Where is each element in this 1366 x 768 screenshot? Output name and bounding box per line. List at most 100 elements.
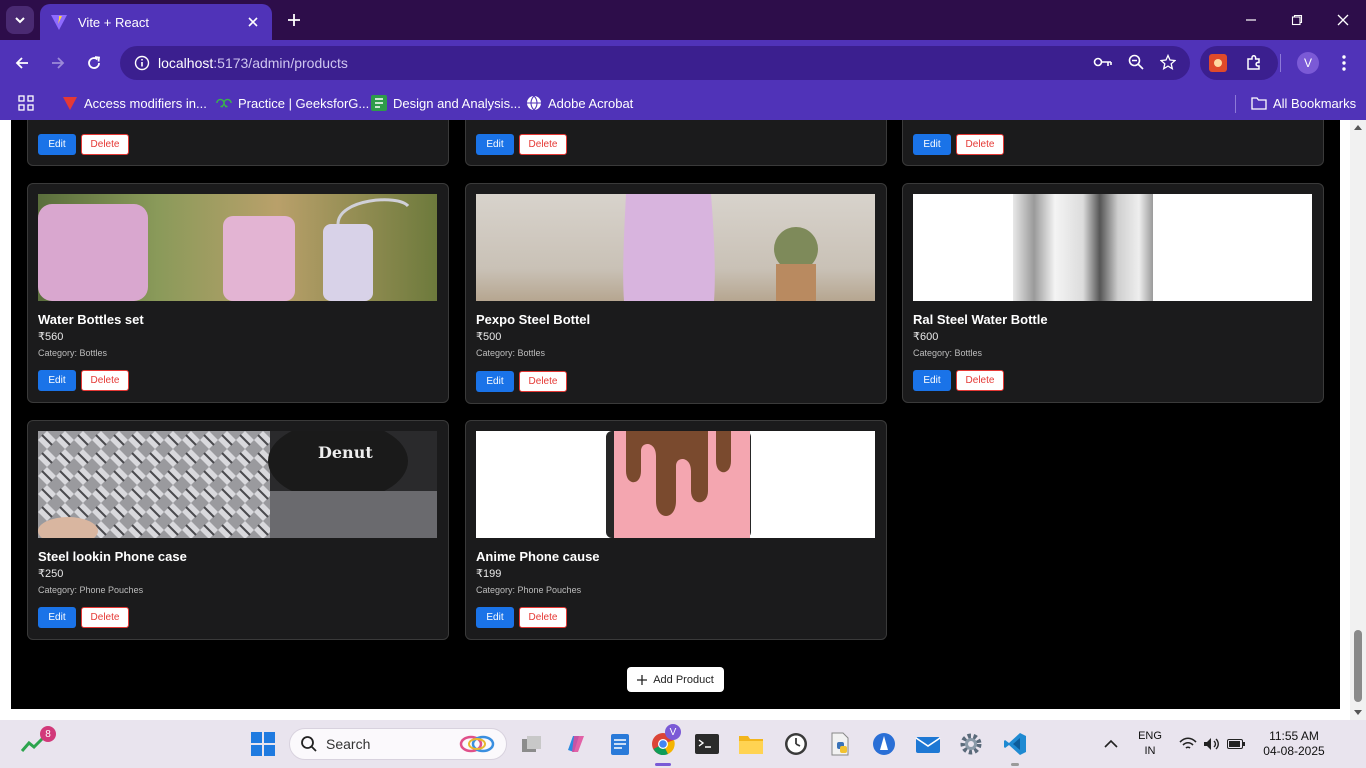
edit-button[interactable]: Edit — [476, 134, 514, 155]
product-price: ₹600 — [913, 331, 939, 343]
reload-button[interactable] — [81, 50, 107, 76]
widgets-button[interactable]: 8 — [18, 726, 56, 760]
settings-button[interactable] — [955, 728, 987, 760]
app-button[interactable] — [868, 728, 900, 760]
scroll-thumb[interactable] — [1354, 630, 1362, 702]
add-product-button[interactable]: Add Product — [627, 667, 724, 692]
copilot-icon — [568, 736, 584, 752]
chrome-button[interactable]: V — [647, 724, 681, 760]
close-window-button[interactable] — [1320, 0, 1366, 40]
bookmark-item[interactable]: Adobe Acrobat — [526, 92, 633, 114]
notepad-button[interactable] — [604, 728, 636, 760]
bookmark-label: Access modifiers in... — [84, 95, 207, 111]
arrow-left-icon — [15, 57, 28, 69]
apps-grid-icon — [18, 95, 34, 111]
all-bookmarks-button[interactable]: All Bookmarks — [1251, 92, 1356, 114]
page-scrollbar[interactable] — [1350, 120, 1366, 720]
tab-search-button[interactable] — [6, 6, 34, 34]
minimize-button[interactable] — [1228, 0, 1274, 40]
geeksforgeeks-icon — [216, 95, 232, 111]
scroll-down-icon[interactable] — [1354, 708, 1362, 716]
battery-icon — [1227, 739, 1245, 749]
product-name: Pexpo Steel Bottel — [476, 312, 591, 327]
browser-menu-button[interactable] — [1334, 52, 1354, 74]
clock-time: 11:55 AM — [1269, 729, 1319, 743]
profile-badge: V — [665, 724, 681, 740]
close-tab-button[interactable] — [244, 13, 262, 31]
product-card: Edit Delete — [902, 120, 1324, 166]
scroll-up-icon[interactable] — [1354, 124, 1362, 132]
language-indicator[interactable]: ENG IN — [1133, 729, 1167, 759]
delete-button[interactable]: Delete — [519, 134, 567, 155]
bookmark-label: Practice | GeeksforG... — [238, 95, 370, 111]
file-explorer-button[interactable] — [735, 728, 767, 760]
edit-button[interactable]: Edit — [913, 370, 951, 391]
taskbar-search[interactable]: Search — [289, 728, 507, 760]
delete-button[interactable]: Delete — [81, 370, 129, 391]
running-app-indicator — [1011, 763, 1019, 766]
search-icon — [301, 736, 317, 752]
copilot-button[interactable] — [560, 728, 592, 760]
edit-button[interactable]: Edit — [38, 370, 76, 391]
restore-button[interactable] — [1274, 0, 1320, 40]
terminal-button[interactable] — [691, 728, 723, 760]
back-button[interactable] — [9, 50, 35, 76]
system-tray-status[interactable] — [1172, 728, 1252, 760]
edit-button[interactable]: Edit — [913, 134, 951, 155]
compass-icon — [873, 733, 895, 755]
bookmark-item[interactable]: Design and Analysis... — [371, 92, 521, 114]
product-category: Category: Phone Pouches — [476, 585, 582, 595]
product-image — [913, 194, 1312, 301]
delete-button[interactable]: Delete — [519, 371, 567, 392]
product-name: Steel lookin Phone case — [38, 549, 187, 564]
clock[interactable]: 11:55 AM 04-08-2025 — [1256, 729, 1332, 759]
close-icon — [1337, 14, 1349, 26]
clock-app-button[interactable] — [780, 728, 812, 760]
product-category: Category: Bottles — [476, 348, 546, 358]
product-price: ₹199 — [476, 568, 502, 580]
apps-button[interactable] — [18, 92, 34, 114]
forward-button[interactable] — [45, 50, 71, 76]
vscode-button[interactable] — [999, 728, 1031, 760]
product-image — [476, 194, 875, 301]
password-key-button[interactable] — [1093, 52, 1113, 72]
delete-button[interactable]: Delete — [81, 134, 129, 155]
extensions-menu-button[interactable] — [1244, 53, 1264, 73]
address-bar[interactable]: localhost:5173/admin/products — [120, 46, 1190, 80]
profile-avatar[interactable]: V — [1297, 52, 1319, 74]
reload-icon — [88, 56, 101, 69]
bookmark-label: Design and Analysis... — [393, 95, 521, 111]
bookmark-star-button[interactable] — [1158, 52, 1178, 72]
product-card: Water Bottles set ₹560 Category: Bottles… — [27, 183, 449, 403]
start-button[interactable] — [247, 728, 279, 760]
mail-button[interactable] — [912, 728, 944, 760]
zoom-button[interactable] — [1126, 52, 1146, 72]
edit-button[interactable]: Edit — [476, 371, 514, 392]
product-card: Edit Delete — [27, 120, 449, 166]
delete-button[interactable]: Delete — [956, 134, 1004, 155]
python-button[interactable] — [824, 728, 856, 760]
product-price: ₹560 — [38, 331, 64, 343]
product-card: Anime Phone cause ₹199 Category: Phone P… — [465, 420, 887, 640]
extension-button[interactable] — [1208, 53, 1228, 73]
product-card: Pexpo Steel Bottel ₹500 Category: Bottle… — [465, 183, 887, 404]
edit-button[interactable]: Edit — [38, 134, 76, 155]
site-info-icon[interactable] — [134, 55, 150, 71]
bookmark-item[interactable]: Practice | GeeksforG... — [216, 92, 369, 114]
url-path: :5173/admin/products — [213, 55, 348, 71]
new-tab-button[interactable] — [282, 8, 306, 32]
edit-button[interactable]: Edit — [38, 607, 76, 628]
task-view-button[interactable] — [516, 728, 548, 760]
close-icon — [248, 17, 258, 27]
bookmark-item[interactable]: Access modifiers in... — [62, 92, 207, 114]
key-icon — [1093, 57, 1112, 67]
delete-button[interactable]: Delete — [956, 370, 1004, 391]
active-tab[interactable]: Vite + React — [40, 4, 272, 40]
show-hidden-icons-button[interactable] — [1095, 728, 1127, 760]
product-image: Denut — [38, 431, 437, 538]
wifi-icon — [1179, 737, 1197, 749]
edit-button[interactable]: Edit — [476, 607, 514, 628]
delete-button[interactable]: Delete — [81, 607, 129, 628]
bookmarks-bar: Access modifiers in... Practice | Geeksf… — [0, 86, 1366, 120]
delete-button[interactable]: Delete — [519, 607, 567, 628]
